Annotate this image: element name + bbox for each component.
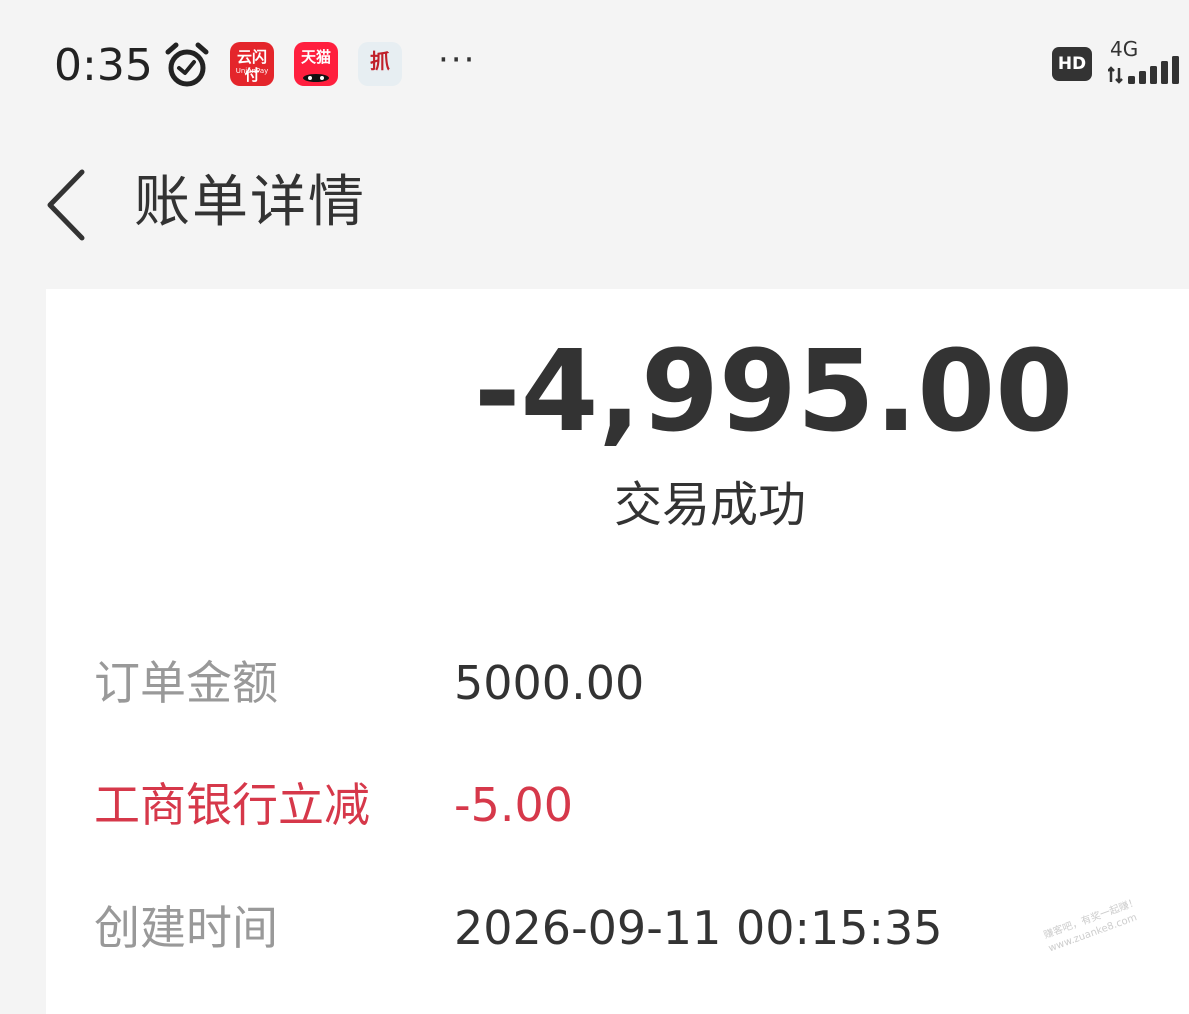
detail-row-create-time: 创建时间 2026-09-11 00:15:35 [94, 896, 1094, 960]
third-app-icon: 抓 [358, 42, 402, 86]
detail-value: -5.00 [454, 778, 574, 832]
detail-label: 工商银行立减 [94, 778, 370, 832]
tmall-face-icon [303, 74, 329, 82]
tmall-label: 天猫 [300, 48, 331, 66]
page-title: 账单详情 [134, 170, 366, 235]
hd-badge: HD [1052, 47, 1092, 81]
signal-icon [1108, 56, 1179, 84]
chevron-left-icon [47, 169, 85, 241]
transaction-status: 交易成功 [614, 477, 807, 533]
detail-label: 创建时间 [94, 901, 278, 955]
bill-detail-card: -4,995.00 交易成功 订单金额 5000.00 工商银行立减 -5.00… [46, 289, 1189, 1014]
detail-row-order-amount: 订单金额 5000.00 [94, 651, 1094, 715]
nav-bar: 账单详情 [0, 130, 1189, 280]
third-app-label: 抓 [370, 49, 390, 73]
detail-value: 5000.00 [454, 656, 645, 710]
alarm-icon [165, 42, 209, 87]
status-time: 0:35 [54, 40, 153, 91]
detail-row-discount: 工商银行立减 -5.00 [94, 773, 1094, 837]
back-button[interactable] [36, 160, 100, 250]
bill-amount: -4,995.00 [474, 327, 1074, 457]
more-notifications-icon: ··· [438, 40, 477, 80]
unionpay-app-icon: 云闪付 UnionPay [230, 42, 274, 86]
unionpay-sub: UnionPay [235, 67, 269, 75]
unionpay-label: 云闪付 [236, 48, 267, 84]
detail-label: 订单金额 [94, 656, 278, 710]
tmall-app-icon: 天猫 [294, 42, 338, 86]
status-bar: 0:35 云闪付 UnionPay 天猫 抓 ··· HD 4G [0, 0, 1189, 130]
detail-value: 2026-09-11 00:15:35 [454, 901, 943, 955]
